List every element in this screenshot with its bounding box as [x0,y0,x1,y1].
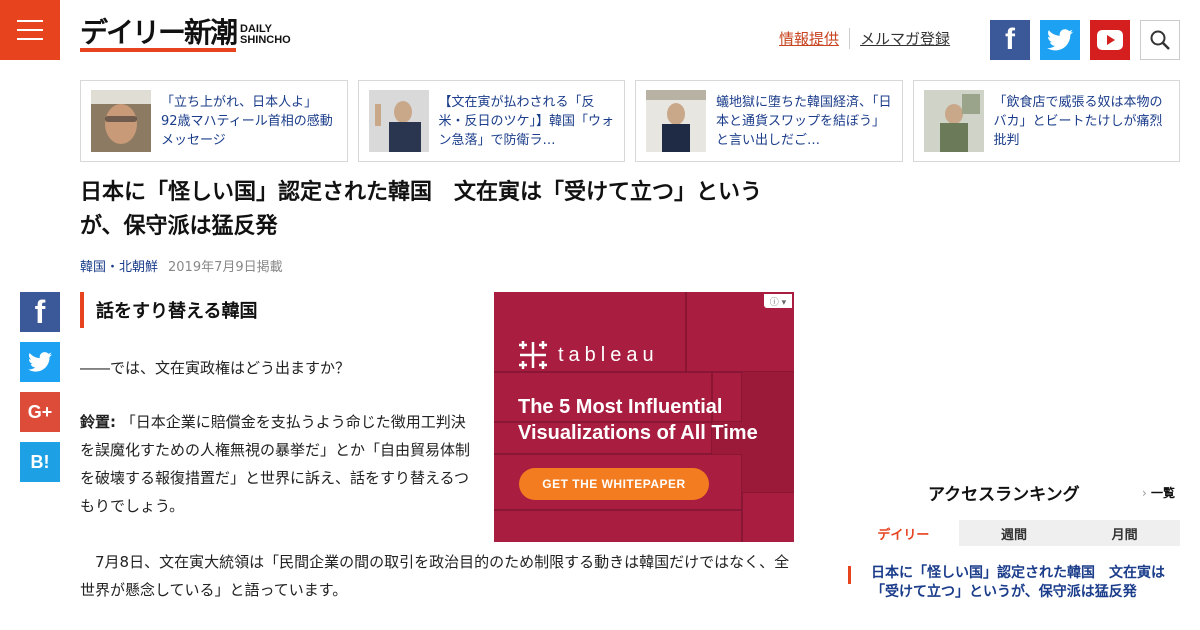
ad-banner[interactable]: ⓘ ▾ tableau The 5 Most Influential Visua… [494,292,794,542]
ad-brand-name: tableau [558,343,659,366]
ad-choices-icon[interactable]: ⓘ ▾ [764,294,792,308]
share-hatena-button[interactable]: B! [20,442,60,482]
logo-sub: DAILY SHINCHO [240,23,291,46]
menu-button[interactable] [0,0,60,60]
story-thumbnail [646,90,706,152]
header-links: 情報提供 メルマガ登録 [779,28,950,49]
related-story-card[interactable]: 「飲食店で威張る奴は本物のバカ」とビートたけしが痛烈批判 [912,80,1180,162]
newsletter-link[interactable]: メルマガ登録 [850,28,950,49]
article-meta: 韓国・北朝鮮 2019年7月9日掲載 [80,256,283,275]
twitter-icon[interactable] [1040,20,1080,60]
share-facebook-button[interactable]: f [20,292,60,332]
facebook-icon[interactable]: f [990,20,1030,60]
story-thumbnail [923,90,984,152]
logo-wordmark: デイリー新潮 [80,18,238,52]
related-story-card[interactable]: 【文在寅が払わされる「反米・反日のツケ」】韓国「ウォン急落」で防衛ラ… [357,80,625,162]
twitter-icon [28,352,52,372]
menu-icon [17,20,43,22]
ad-cta-button[interactable]: GET THE WHITEPAPER [519,468,709,500]
article-paragraph: 鈴置: 「日本企業に賠償金を支払うよう命じた徴用工判決を誤魔化すための人権無視の… [80,413,471,515]
rank-marker [848,566,851,584]
site-logo[interactable]: デイリー新潮 DAILY SHINCHO [80,18,291,52]
related-story-card[interactable]: 蟻地獄に堕ちた韓国経済、「日本と通貨スワップを結ぼう」と言い出しだご… [635,80,903,162]
share-googleplus-button[interactable]: G+ [20,392,60,432]
ranking-more-link[interactable]: › 一覧 [1142,484,1175,501]
section-heading: 話をすり替える韓国 [80,292,257,328]
story-headline: 「飲食店で威張る奴は本物のバカ」とビートたけしが痛烈批判 [993,94,1163,148]
tab-monthly[interactable]: 月間 [1069,520,1181,546]
info-link[interactable]: 情報提供 [779,28,851,49]
category-link[interactable]: 韓国・北朝鮮 [80,256,158,275]
tab-daily[interactable]: デイリー [848,520,959,546]
story-thumbnail [368,90,429,152]
ad-brand-logo: tableau [516,338,659,372]
ad-headline: The 5 Most Influential Visualizations of… [518,396,758,444]
ranking-item-title: 日本に「怪しい国」認定された韓国 文在寅は「受けて立つ」というが、保守派は猛反発 [871,565,1165,600]
article-paragraph: ――では、文在寅政権はどう出ますか？ [80,359,351,377]
related-story-card[interactable]: 「立ち上がれ、日本人よ」 92歳マハティール首相の感動メッセージ [80,80,348,162]
publish-date: 2019年7月9日掲載 [168,260,283,275]
article-title: 日本に「怪しい国」認定された韓国 文在寅は「受けて立つ」というが、保守派は猛反発 [80,180,763,239]
youtube-icon[interactable] [1090,20,1130,60]
share-twitter-button[interactable] [20,342,60,382]
tableau-mark-icon [519,341,547,369]
chevron-right-icon: › [1142,486,1147,500]
story-thumbnail [91,90,151,152]
ranking-title: アクセスランキング [928,485,1080,505]
story-headline: 【文在寅が払わされる「反米・反日のツケ」】韓国「ウォン急落」で防衛ラ… [438,94,615,148]
ranking-tabs: デイリー 週間 月間 [848,520,1181,546]
article-paragraph: 7月8日、文在寅大統領は「民間企業の間の取引を政治目的のため制限する動きは韓国だ… [80,553,790,599]
speaker-label: 鈴置: [80,413,116,431]
tab-weekly[interactable]: 週間 [958,520,1070,546]
related-stories: 「立ち上がれ、日本人よ」 92歳マハティール首相の感動メッセージ 【文在寅が払わ… [80,80,1180,162]
search-icon[interactable] [1140,20,1180,60]
story-headline: 「立ち上がれ、日本人よ」 92歳マハティール首相の感動メッセージ [161,94,333,148]
ranking-item[interactable]: 日本に「怪しい国」認定された韓国 文在寅は「受けて立つ」というが、保守派は猛反発 [848,564,1180,602]
story-headline: 蟻地獄に堕ちた韓国経済、「日本と通貨スワップを結ぼう」と言い出しだご… [716,94,892,148]
